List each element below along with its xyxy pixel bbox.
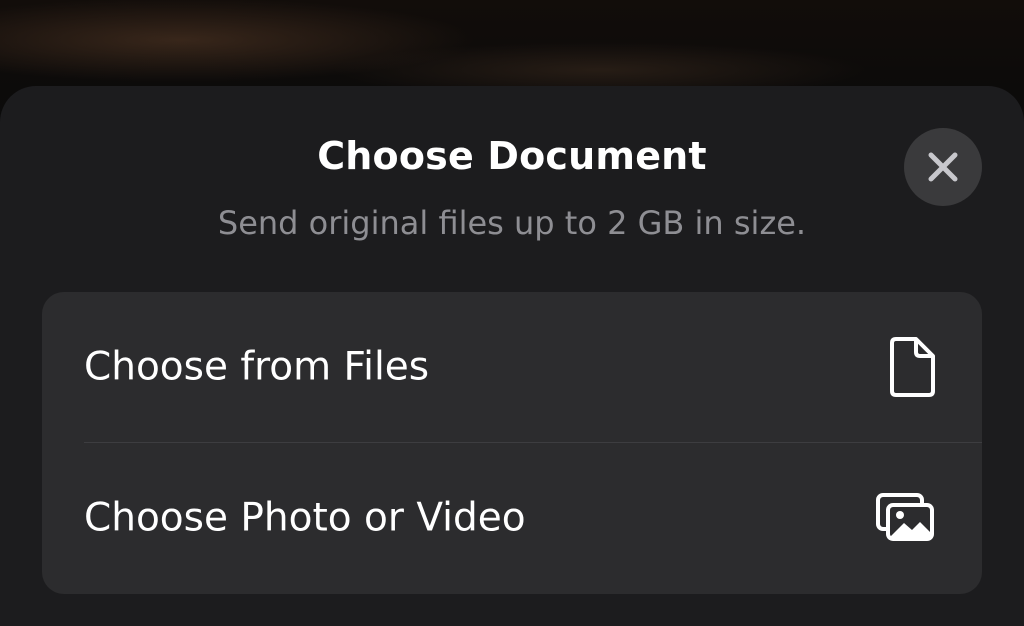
- close-button[interactable]: [904, 128, 982, 206]
- document-icon: [890, 337, 935, 397]
- choose-document-sheet: Choose Document Send original files up t…: [0, 86, 1024, 626]
- choose-from-files-label: Choose from Files: [84, 344, 430, 390]
- close-icon: [928, 152, 958, 182]
- choose-photo-or-video-label: Choose Photo or Video: [84, 495, 526, 541]
- sheet-title: Choose Document: [317, 134, 707, 178]
- choose-from-files-option[interactable]: Choose from Files: [42, 292, 982, 442]
- document-options-group: Choose from Files Choose Photo or Video: [42, 292, 982, 594]
- choose-photo-or-video-option[interactable]: Choose Photo or Video: [42, 443, 982, 593]
- sheet-subtitle: Send original files up to 2 GB in size.: [217, 204, 807, 242]
- photos-icon: [876, 493, 934, 541]
